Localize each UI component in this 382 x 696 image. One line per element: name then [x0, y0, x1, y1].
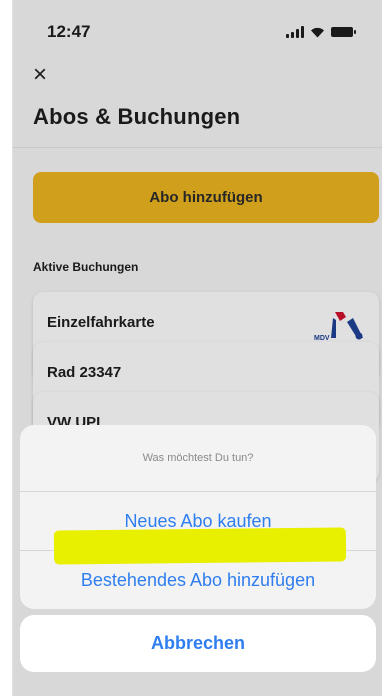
cancel-button[interactable]: Abbrechen: [20, 615, 376, 672]
option-label: Bestehendes Abo hinzufügen: [80, 569, 316, 590]
app-screen: 12:47 × Abos & Buchungen Abo hinzufügen …: [12, 0, 382, 696]
action-sheet-prompt: Was möchtest Du tun?: [20, 425, 376, 492]
action-sheet: Was möchtest Du tun? Neues Abo kaufen Be…: [20, 425, 376, 609]
add-existing-subscription-option[interactable]: Bestehendes Abo hinzufügen: [20, 551, 376, 609]
